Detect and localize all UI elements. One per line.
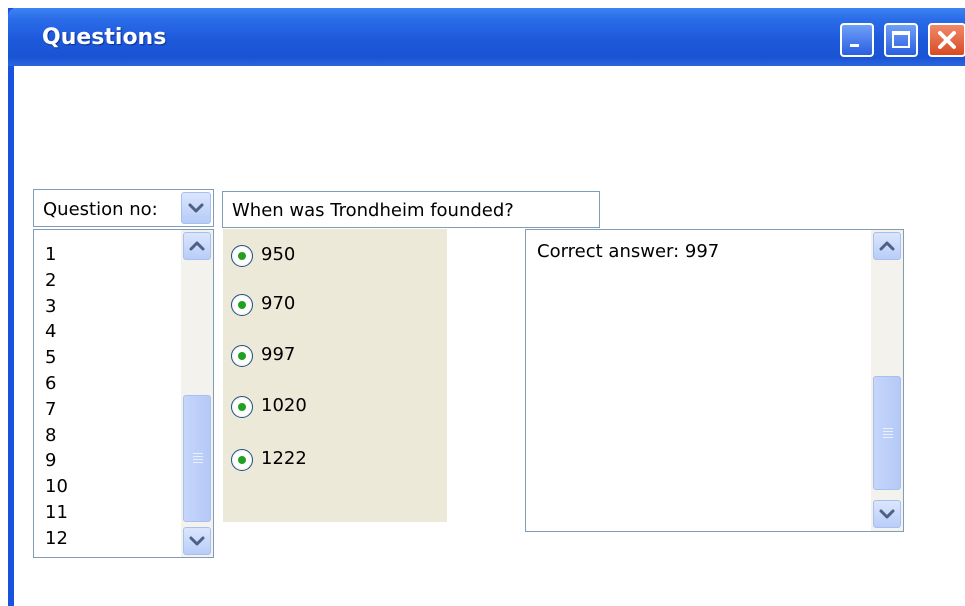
answer-text-area[interactable]: Correct answer: 997 (525, 229, 904, 532)
question-text: When was Trondheim founded? (232, 200, 514, 221)
maximize-icon (892, 31, 910, 48)
scroll-up-button[interactable] (183, 232, 211, 260)
radio-button[interactable] (231, 294, 253, 316)
grip-line (193, 462, 203, 463)
scroll-down-button[interactable] (183, 527, 211, 555)
question-list-items: 1 2 3 4 5 6 7 8 9 10 11 12 (45, 242, 68, 552)
grip-line (883, 428, 893, 429)
list-item[interactable]: 2 (45, 268, 68, 294)
list-item[interactable]: 6 (45, 371, 68, 397)
option-label: 997 (261, 344, 296, 365)
option-label: 950 (261, 244, 296, 265)
title-bar[interactable]: Questions (8, 8, 965, 66)
list-item[interactable]: 5 (45, 345, 68, 371)
scroll-thumb[interactable] (183, 395, 211, 522)
grip-line (883, 431, 893, 432)
list-item[interactable]: 11 (45, 500, 68, 526)
list-item[interactable]: 1 (45, 242, 68, 268)
list-item[interactable]: 10 (45, 474, 68, 500)
question-list[interactable]: 1 2 3 4 5 6 7 8 9 10 11 12 (33, 229, 214, 558)
dropdown-button[interactable] (181, 192, 211, 224)
list-item[interactable]: 3 (45, 294, 68, 320)
close-button[interactable] (928, 23, 965, 57)
list-item[interactable]: 12 (45, 526, 68, 552)
answer-scrollbar[interactable] (871, 230, 903, 531)
scroll-thumb[interactable] (873, 376, 901, 490)
grip-line (193, 453, 203, 454)
radio-button[interactable] (231, 396, 253, 418)
chevron-up-icon (879, 241, 895, 251)
grip-line (193, 459, 203, 460)
question-text-field[interactable]: When was Trondheim founded? (222, 191, 600, 228)
scroll-down-button[interactable] (873, 500, 901, 528)
grip-line (883, 434, 893, 435)
chevron-down-icon (188, 203, 204, 213)
option-label: 1020 (261, 395, 307, 416)
radio-button[interactable] (231, 245, 253, 267)
list-item[interactable]: 4 (45, 319, 68, 345)
option-label: 970 (261, 293, 296, 314)
maximize-button[interactable] (884, 23, 918, 57)
chevron-down-icon (189, 536, 205, 546)
question-list-scrollbar[interactable] (181, 230, 213, 557)
minimize-icon (850, 44, 859, 47)
radio-button[interactable] (231, 449, 253, 471)
chevron-down-icon (879, 509, 895, 519)
scroll-up-button[interactable] (873, 232, 901, 260)
chevron-up-icon (189, 241, 205, 251)
minimize-button[interactable] (840, 23, 874, 57)
list-item[interactable]: 9 (45, 448, 68, 474)
close-icon (938, 31, 956, 49)
grip-line (883, 437, 893, 438)
answer-text: Correct answer: 997 (537, 241, 720, 262)
question-number-combobox[interactable]: Question no: (33, 189, 214, 227)
option-label: 1222 (261, 448, 307, 469)
radio-button[interactable] (231, 345, 253, 367)
list-item[interactable]: 8 (45, 423, 68, 449)
list-item[interactable]: 7 (45, 397, 68, 423)
window-title: Questions (42, 25, 167, 50)
answer-options-panel: 950 970 997 1020 1222 (223, 229, 447, 522)
question-number-label: Question no: (43, 199, 158, 220)
grip-line (193, 456, 203, 457)
